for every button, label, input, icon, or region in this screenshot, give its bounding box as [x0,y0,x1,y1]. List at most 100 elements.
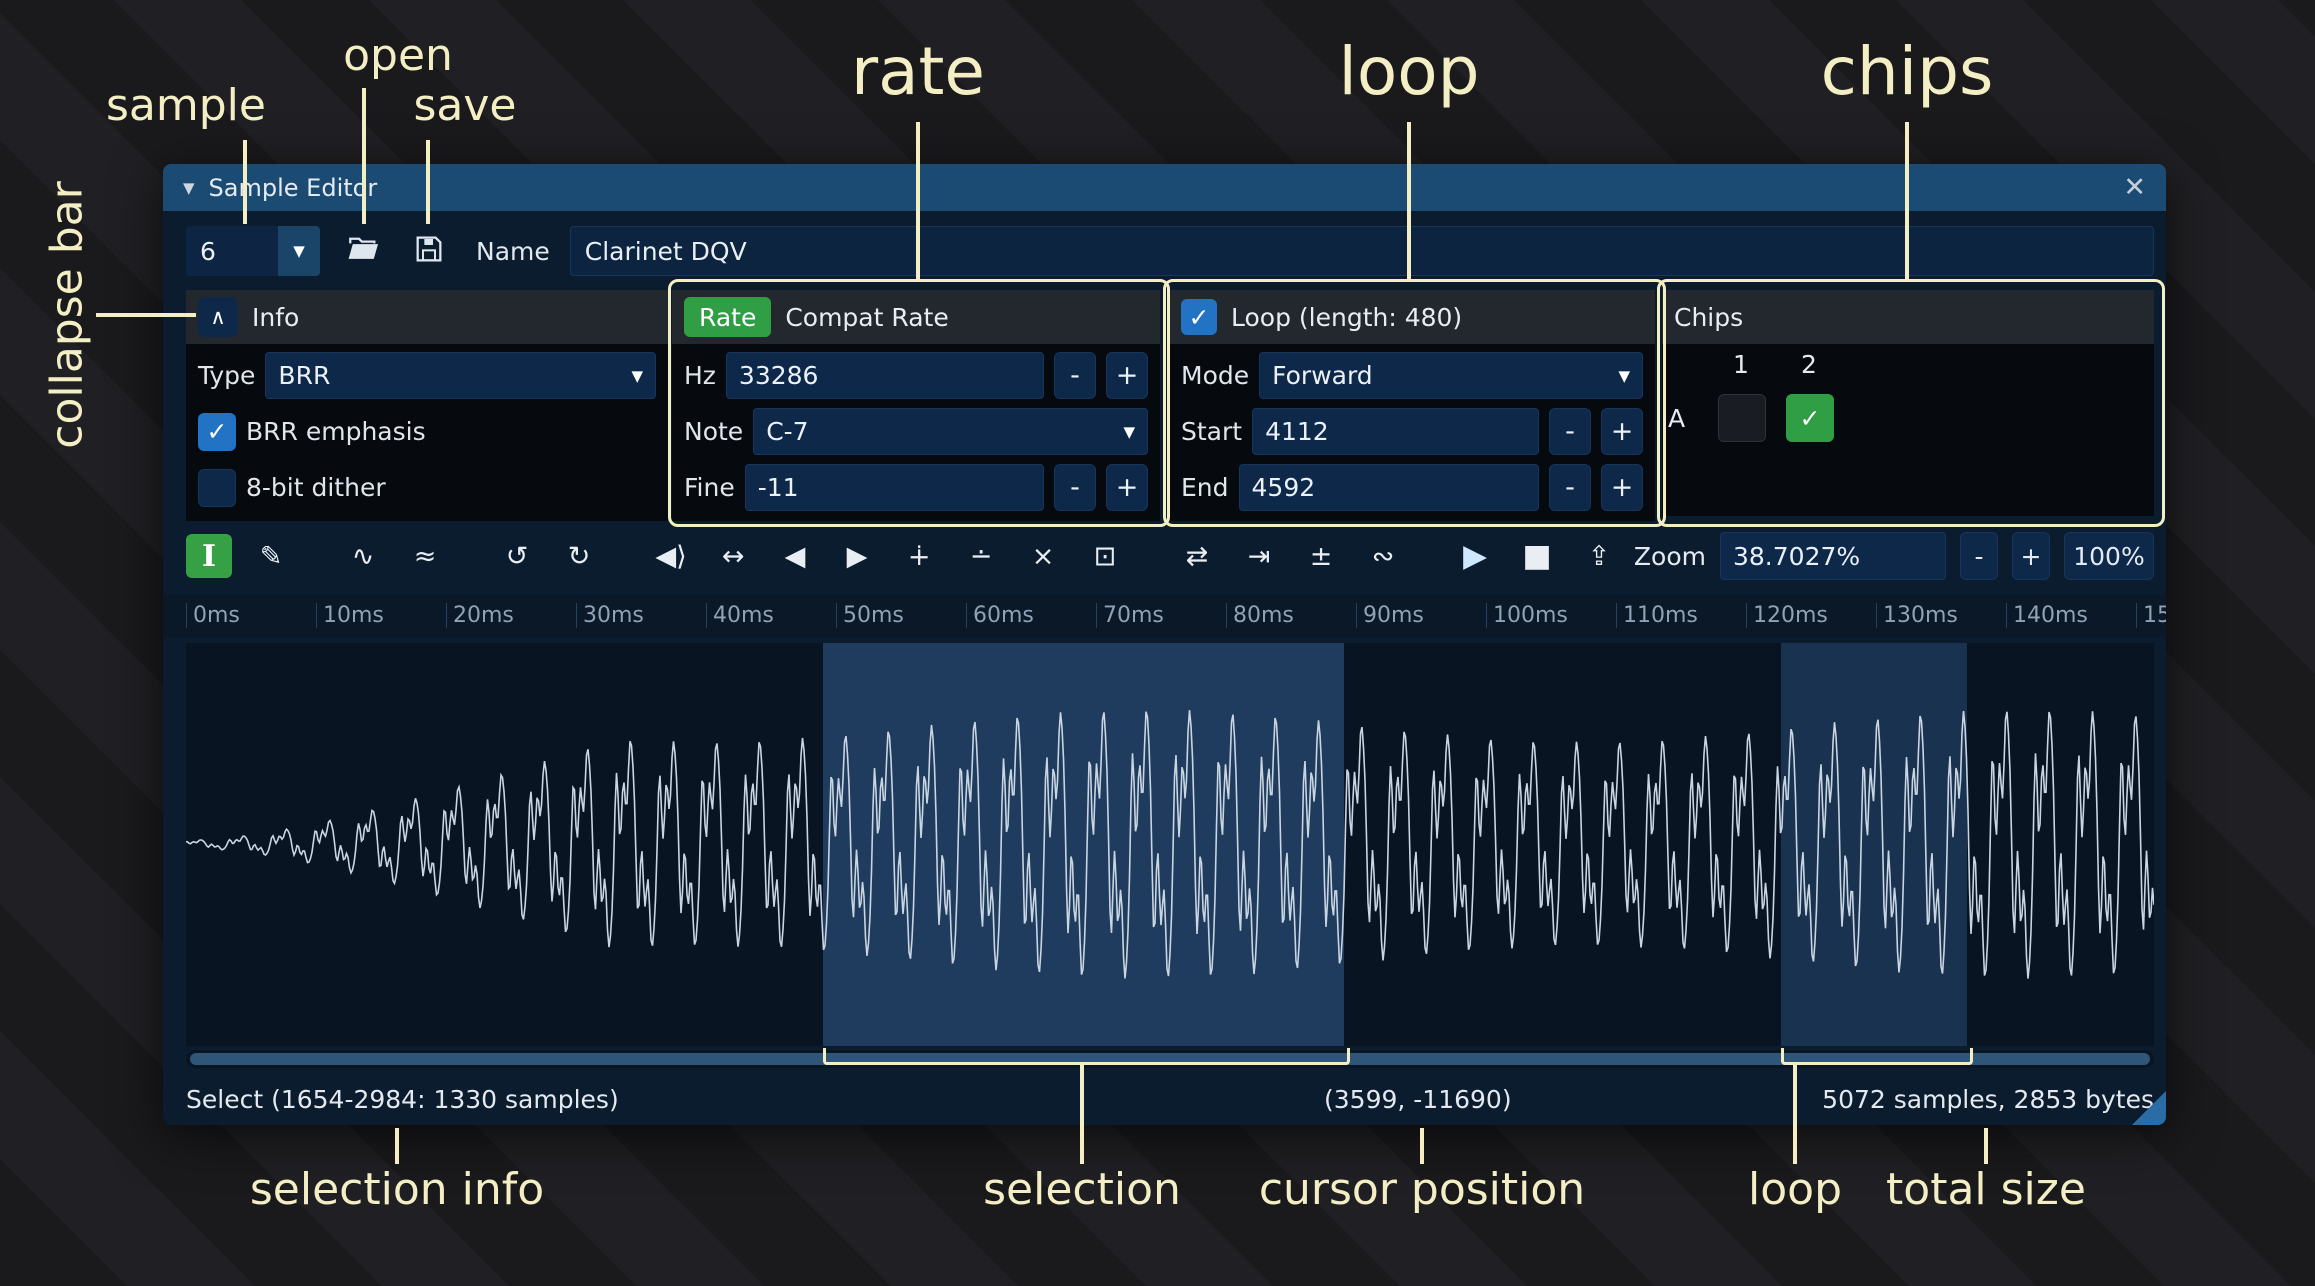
sample-name-input[interactable] [570,226,2154,276]
close-button[interactable]: ✕ [2123,172,2146,203]
loop-end-decrement-button[interactable]: - [1549,464,1591,511]
resize-grip[interactable] [2132,1091,2166,1125]
loop-enable-checkbox[interactable]: ✓ [1181,299,1217,335]
annotation-line [96,313,196,317]
note-dropdown[interactable]: C-7 ▼ [753,408,1148,455]
window-collapse-icon[interactable]: ▼ [183,179,195,197]
chevron-down-icon: ▼ [1618,367,1630,385]
reverse-button[interactable]: ⇄ [1174,534,1220,578]
sample-header-row: 6 ▼ Name [186,226,2154,276]
undo-button[interactable]: ↺ [494,534,540,578]
loop-panel-header: ✓ Loop (length: 480) [1169,290,1655,344]
hz-decrement-button[interactable]: - [1054,352,1096,399]
loop-mode-value: Forward [1272,361,1373,390]
type-dropdown[interactable]: BRR ▼ [265,352,656,399]
chevron-down-icon: ▼ [1123,423,1135,441]
chip-1-checkbox[interactable] [1718,394,1766,442]
waveform-display[interactable] [186,643,2154,1046]
preview-cursor-button[interactable]: ⇥ [1236,534,1282,578]
collapse-bar-button[interactable]: ∧ [198,297,238,337]
trim-button[interactable]: ⊡ [1082,534,1128,578]
chip-column-2: 2 [1786,350,1832,379]
ruler-tick: 80ms [1226,603,1294,628]
zoom-out-button[interactable]: - [1960,532,1998,580]
chip-2-checkbox[interactable]: ✓ [1786,394,1834,442]
edit-mode-button[interactable]: I [186,534,232,578]
signed-unsigned-button[interactable]: ± [1298,534,1344,578]
open-button[interactable] [340,228,386,274]
ruler-tick: 150ms [2136,603,2166,628]
timeline-ruler[interactable]: 0ms10ms20ms30ms40ms50ms60ms70ms80ms90ms1… [163,595,2166,637]
annotation-line [1420,1128,1424,1164]
zoom-reset-button[interactable]: 100% [2064,532,2154,580]
chip-row-label: A [1668,404,1685,433]
ruler-tick: 60ms [966,603,1034,628]
ruler-tick: 70ms [1096,603,1164,628]
create-wave-button[interactable]: ≈ [402,534,448,578]
hz-increment-button[interactable]: + [1106,352,1148,399]
draw-mode-button[interactable]: ✎ [248,534,294,578]
loop-panel-title: Loop (length: 480) [1231,303,1462,332]
rate-panel: Rate Compat Rate Hz - + Note C-7 ▼ [672,290,1160,516]
window-title: Sample Editor [209,174,378,202]
upload-button[interactable]: ⇪ [1576,534,1622,578]
type-value: BRR [278,361,330,390]
ruler-tick: 50ms [836,603,904,628]
annotation-selection-info: selection info [250,1164,544,1215]
annotation-loop-marker: loop [1748,1164,1842,1215]
loop-end-increment-button[interactable]: + [1601,464,1643,511]
annotation-line [916,122,920,279]
resample-button[interactable]: ∿ [340,534,386,578]
loop-panel: ✓ Loop (length: 480) Mode Forward ▼ Star… [1169,290,1655,516]
delete-button[interactable]: × [1020,534,1066,578]
info-panel-header: ∧ Info [186,290,668,344]
hz-label: Hz [684,361,716,390]
note-value: C-7 [766,417,808,446]
annotation-line [1080,1062,1084,1164]
loop-end-input[interactable] [1239,464,1539,511]
selection-bracket [823,1048,1350,1065]
loop-start-decrement-button[interactable]: - [1549,408,1591,455]
hz-input[interactable] [726,352,1044,399]
annotation-line [362,88,366,224]
apply-silence-button[interactable]: ∸ [958,534,1004,578]
brr-emphasis-checkbox[interactable]: ✓ [198,413,236,451]
zoom-value[interactable]: 38.7027% [1720,532,1946,580]
window-titlebar[interactable]: ▼ Sample Editor ✕ [163,164,2166,211]
fine-decrement-button[interactable]: - [1054,464,1096,511]
check-icon: ✓ [1800,404,1821,433]
zoom-in-button[interactable]: + [2012,532,2050,580]
normalize-button[interactable]: ↔ [710,534,756,578]
chips-panel-title: Chips [1674,303,1743,332]
sample-select-dropdown[interactable]: 6 ▼ [186,226,320,276]
amplify-button[interactable]: ◀⟩ [648,534,694,578]
fade-in-button[interactable]: ◀ [772,534,818,578]
stop-button[interactable]: ■ [1514,534,1560,578]
play-button[interactable]: ▶ [1452,534,1498,578]
brr-emphasis-label: BRR emphasis [246,417,426,446]
chevron-down-icon[interactable]: ▼ [278,226,320,276]
annotation-save: save [414,80,517,131]
chevron-up-icon: ∧ [210,305,225,329]
chips-panel-header: Chips [1662,290,2154,344]
fine-input[interactable] [745,464,1044,511]
save-button[interactable] [406,228,452,274]
loop-start-label: Start [1181,417,1242,446]
fine-increment-button[interactable]: + [1106,464,1148,511]
open-folder-icon [346,232,380,270]
annotation-collapse-bar: collapse bar [42,181,93,448]
loop-mode-dropdown[interactable]: Forward ▼ [1259,352,1643,399]
rate-button[interactable]: Rate [684,297,771,337]
ruler-tick: 110ms [1616,603,1698,628]
loop-start-increment-button[interactable]: + [1601,408,1643,455]
insert-silence-button[interactable]: ∔ [896,534,942,578]
loop-start-input[interactable] [1252,408,1539,455]
screenshot-background: ▼ Sample Editor ✕ 6 ▼ Name [0,0,2315,1286]
redo-button[interactable]: ↻ [556,534,602,578]
annotation-chips: chips [1821,33,1994,110]
filter-button[interactable]: ∾ [1360,534,1406,578]
dither-checkbox[interactable] [198,469,236,507]
annotation-line [1407,122,1411,279]
fine-label: Fine [684,473,735,502]
fade-out-button[interactable]: ▶ [834,534,880,578]
